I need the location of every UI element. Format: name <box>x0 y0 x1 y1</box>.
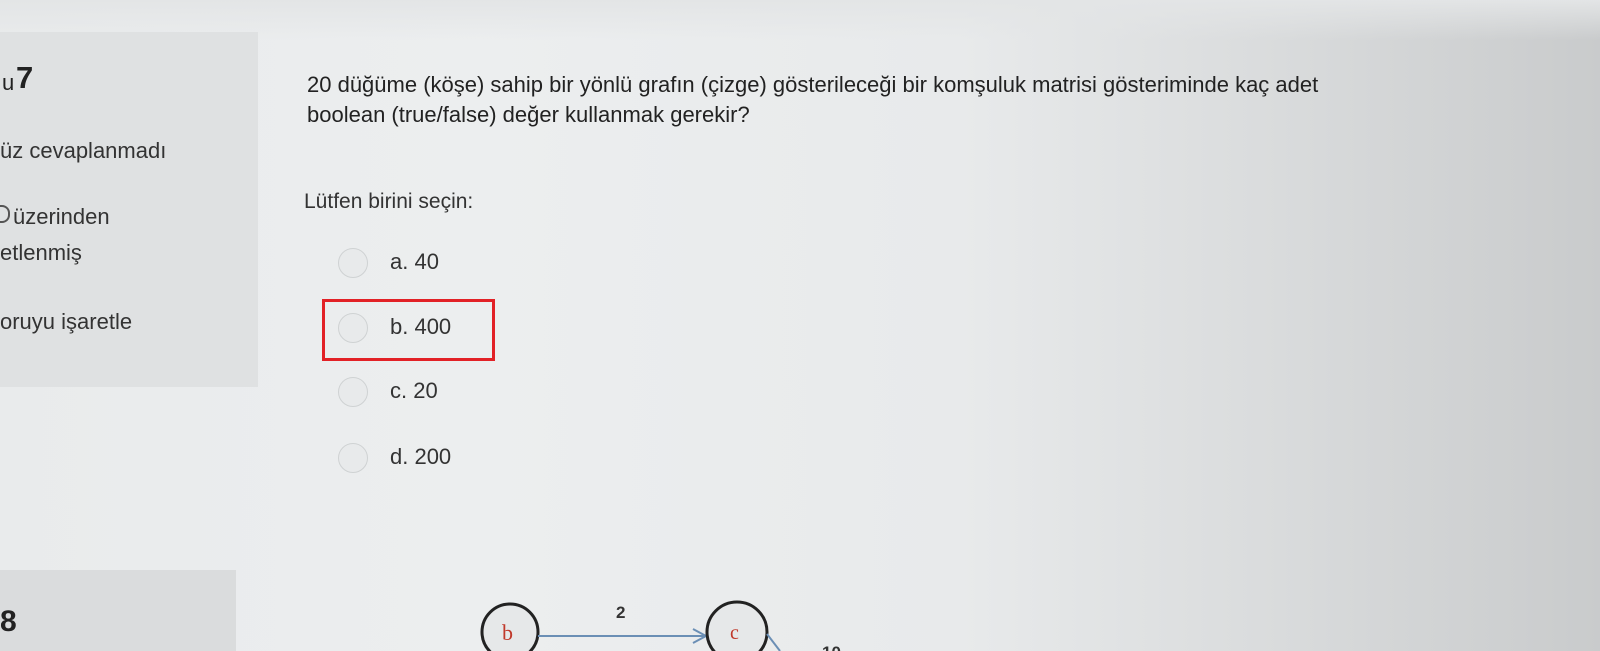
highlight-box <box>322 299 495 361</box>
points-digit-fragment <box>0 205 10 223</box>
choose-one-prompt: Lütfen birini seçin: <box>304 190 474 213</box>
question-number: 7 <box>16 60 34 95</box>
answer-status: üz cevaplanmadı <box>0 138 167 163</box>
question-text-line-2: boolean (true/false) değer kullanmak ger… <box>307 102 750 127</box>
radio-button[interactable] <box>338 377 368 407</box>
option-label[interactable]: c. 20 <box>390 378 438 404</box>
question-text-line-1: 20 düğüme (köşe) sahip bir yönlü grafın … <box>307 72 1319 97</box>
option-d[interactable]: d. 200 <box>338 440 538 478</box>
graph-node-b-label: b <box>502 620 513 645</box>
graph-edge-partial <box>766 633 781 651</box>
graph-edge-weight: 2 <box>616 603 625 622</box>
flag-question-link[interactable]: oruyu işaretle <box>0 309 132 335</box>
radio-button[interactable] <box>338 443 368 473</box>
option-c[interactable]: c. 20 <box>338 374 538 412</box>
graph-partial-weight: 10 <box>822 643 841 651</box>
question-text: 20 düğüme (köşe) sahip bir yönlü grafın … <box>307 70 1507 130</box>
graph-figure: b 2 c 10 <box>480 600 841 651</box>
next-question-info-panel <box>0 570 236 651</box>
question-label-fragment: u <box>2 70 15 95</box>
points-line-2: etlenmiş <box>0 240 82 265</box>
next-question-number: 8 <box>0 605 17 638</box>
option-label[interactable]: d. 200 <box>390 444 451 470</box>
option-a[interactable]: a. 40 <box>338 245 538 283</box>
option-label[interactable]: a. 40 <box>390 249 439 275</box>
graph-node-c-label: c <box>730 622 739 644</box>
radio-button[interactable] <box>338 248 368 278</box>
points-line-1: üzerinden <box>0 204 110 230</box>
